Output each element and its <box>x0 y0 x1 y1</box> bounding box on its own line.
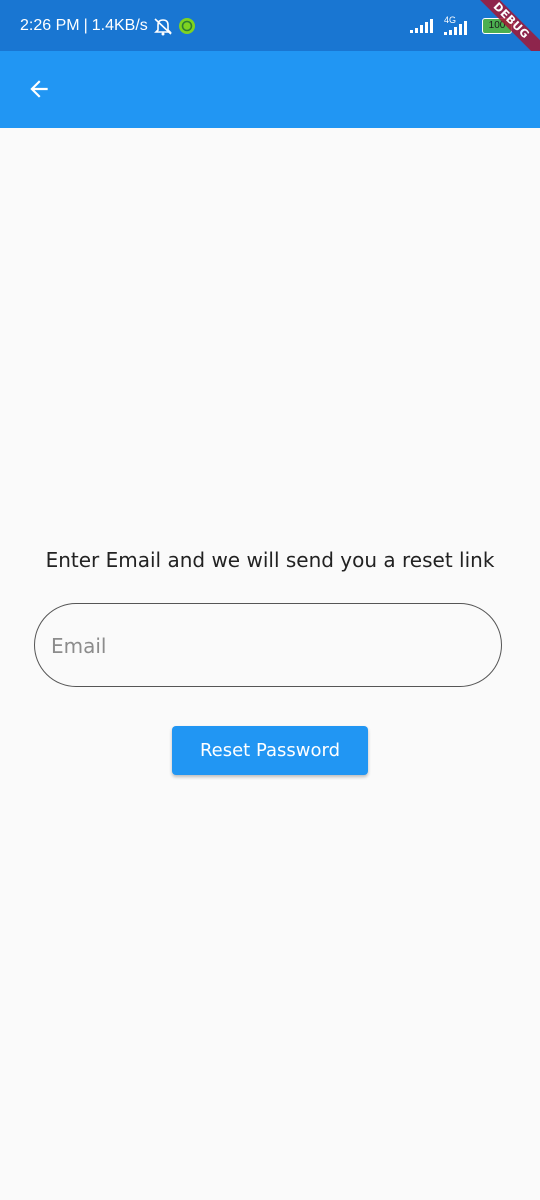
battery-icon: 100 <box>482 17 515 34</box>
alarm-off-icon <box>152 16 174 36</box>
signal-icon <box>410 18 436 34</box>
status-net-speed: 1.4KB/s <box>91 16 148 34</box>
status-bar: 2:26 PM | 1.4KB/s 4G 100 <box>0 0 540 51</box>
back-button[interactable] <box>16 66 62 112</box>
arrow-back-icon <box>30 80 48 98</box>
status-bar-left: 2:26 PM | 1.4KB/s <box>20 0 196 51</box>
email-field[interactable] <box>34 603 502 688</box>
reset-prompt: Enter Email and we will send you a reset… <box>45 548 495 572</box>
status-bar-right: 4G 100 <box>410 0 515 51</box>
status-separator: | <box>83 16 88 34</box>
email-input[interactable] <box>51 604 481 688</box>
signal-4g-icon: 4G <box>442 15 476 37</box>
app-bar <box>0 51 540 128</box>
network-type-label: 4G <box>444 15 456 25</box>
app-notification-icon <box>178 17 196 35</box>
status-time: 2:26 PM <box>20 16 80 34</box>
reset-password-button[interactable]: Reset Password <box>172 726 368 775</box>
